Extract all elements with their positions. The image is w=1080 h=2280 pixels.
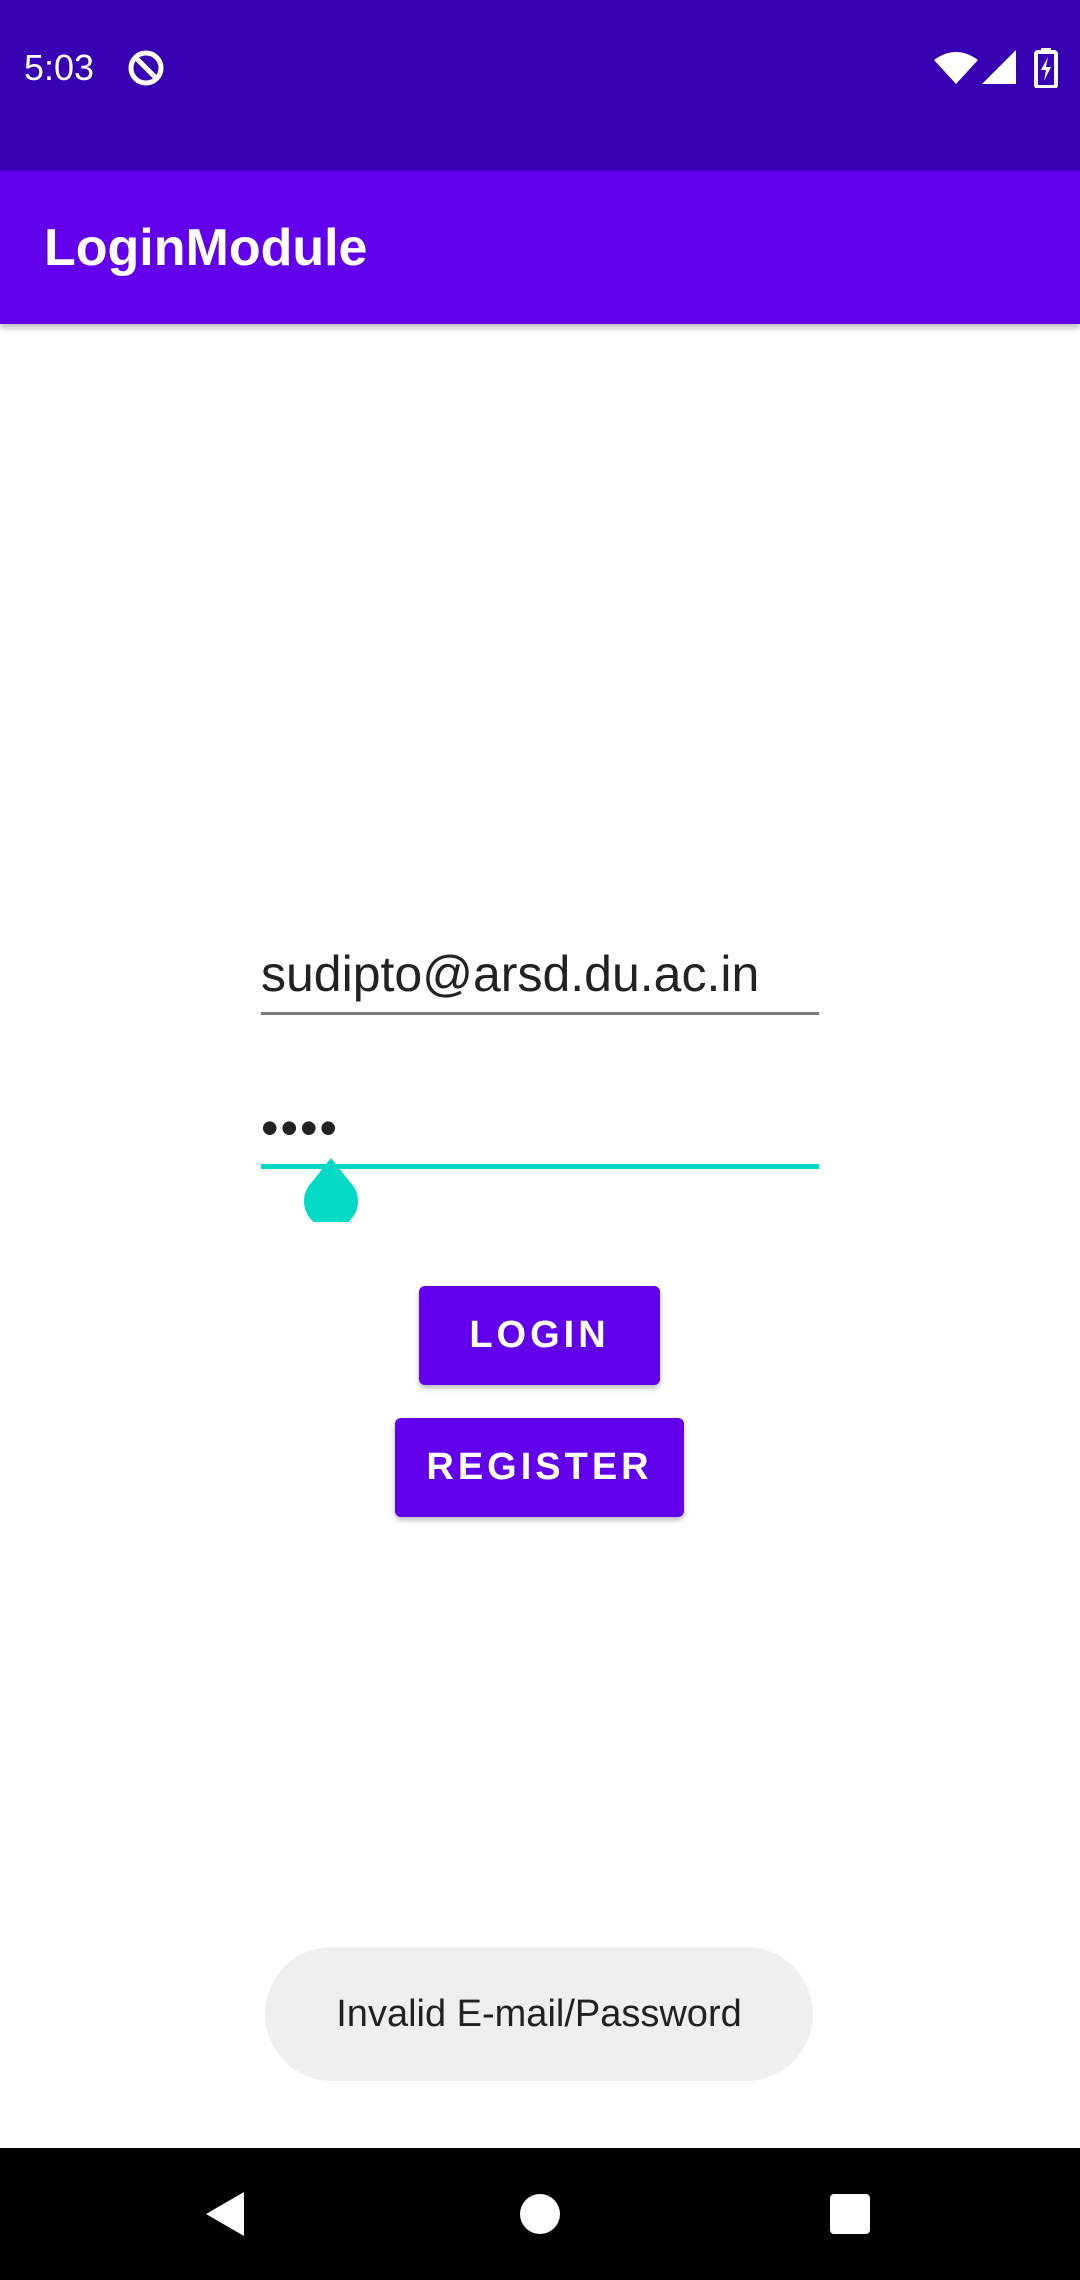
do-not-disturb-icon [128,50,164,86]
battery-charging-icon [1034,48,1058,88]
back-icon[interactable] [202,2189,248,2239]
navigation-bar [0,2148,1080,2280]
status-time: 5:03 [24,47,95,88]
signal-icon [982,50,1016,84]
register-button[interactable]: REGISTER [395,1418,684,1517]
toast-message: Invalid E-mail/Password [265,1947,813,2081]
app-bar: LoginModule [0,171,1080,324]
password-value: •••• [261,1100,340,1156]
app-title: LoginModule [44,219,368,277]
email-field[interactable]: sudipto@arsd.du.ac.in [261,934,819,1015]
login-button[interactable]: LOGIN [419,1286,660,1385]
home-icon[interactable] [519,2193,561,2235]
text-cursor-handle-icon[interactable] [302,1156,360,1222]
recents-icon[interactable] [829,2193,871,2235]
email-value: sudipto@arsd.du.ac.in [261,946,760,1002]
status-bar: 5:03 [0,0,1080,171]
wifi-icon [934,52,978,84]
